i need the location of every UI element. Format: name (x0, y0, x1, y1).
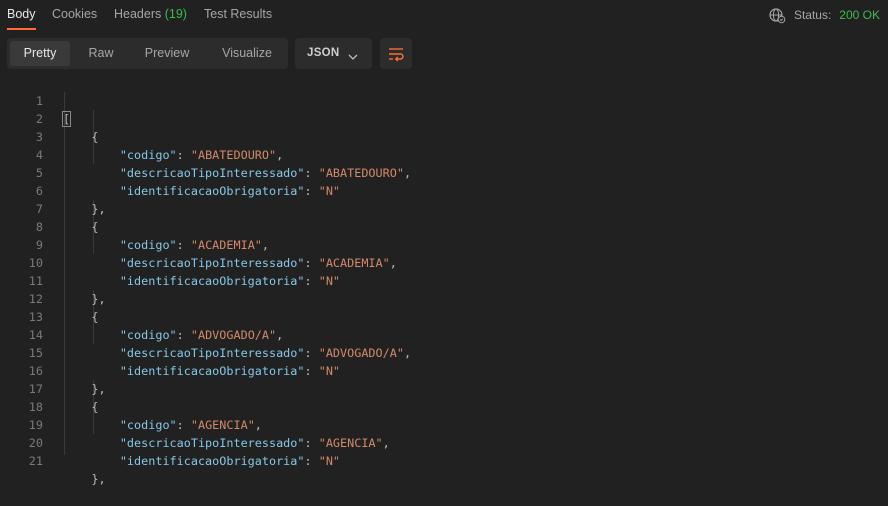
wrap-lines-button[interactable] (380, 38, 412, 69)
code-line: 10 "identificacaoObrigatoria": "N" (0, 236, 888, 288)
response-tabs: Body Cookies Headers (19) Test Results S… (0, 0, 888, 30)
code-line: 9 "descricaoTipoInteressado": "ACADEMIA"… (0, 218, 888, 270)
tab-cookies[interactable]: Cookies (52, 0, 97, 30)
code-line: 13 "codigo": "ADVOGADO/A", (0, 290, 888, 342)
view-mode-selector: Pretty Raw Preview Visualize (7, 38, 288, 69)
tab-test-results-label: Test Results (204, 7, 273, 21)
code-line: 3 "codigo": "ABATEDOURO", (0, 110, 888, 162)
tab-test-results[interactable]: Test Results (204, 0, 272, 30)
view-mode-raw[interactable]: Raw (77, 41, 125, 66)
json-key: "identificacaoObrigatoria" (119, 454, 305, 468)
code-line: 14 "descricaoTipoInteressado": "ADVOGADO… (0, 308, 888, 360)
status-value: 200 OK (839, 8, 880, 22)
code-line: 4 "descricaoTipoInteressado": "ABATEDOUR… (0, 128, 888, 180)
tab-headers-label: Headers (114, 7, 162, 21)
code-line: 6 }, (0, 164, 888, 216)
tab-body[interactable]: Body (7, 0, 36, 30)
body-toolbar: Pretty Raw Preview Visualize JSON (0, 38, 888, 70)
code-line: 7 { (0, 182, 888, 234)
code-line: 21 }, (0, 434, 888, 486)
format-select-value: JSON (307, 47, 340, 59)
code-line: 8 "codigo": "ACADEMIA", (0, 200, 888, 252)
globe-icon[interactable] (768, 6, 786, 24)
format-select[interactable]: JSON (295, 38, 372, 69)
tab-body-label: Body (7, 7, 36, 21)
object-close-brace: }, (91, 472, 106, 486)
tab-headers-count: (19) (164, 7, 187, 21)
wrap-lines-icon (389, 48, 404, 62)
code-line: 11 }, (0, 254, 888, 306)
code-line: 5 "identificacaoObrigatoria": "N" (0, 146, 888, 198)
code-line: 20 "identificacaoObrigatoria": "N" (0, 416, 888, 468)
response-body-code[interactable]: 1 [ 2 { 3 "codigo": "ABATEDOURO", 4 "des… (0, 74, 888, 486)
code-line: 2 { (0, 92, 888, 144)
response-status: Status: 200 OK (768, 0, 880, 30)
code-line: 15 "identificacaoObrigatoria": "N" (0, 326, 888, 378)
code-line: 18 "codigo": "AGENCIA", (0, 380, 888, 432)
code-line: 19 "descricaoTipoInteressado": "AGENCIA"… (0, 398, 888, 450)
json-string: "N" (318, 454, 341, 468)
code-line: 16 }, (0, 344, 888, 396)
code-line: 12 { (0, 272, 888, 324)
view-mode-pretty[interactable]: Pretty (10, 41, 70, 66)
tab-cookies-label: Cookies (52, 7, 98, 21)
view-mode-visualize[interactable]: Visualize (210, 41, 284, 66)
tab-headers[interactable]: Headers (19) (114, 0, 187, 30)
code-line: 1 [ (0, 74, 888, 127)
chevron-down-icon (348, 49, 358, 60)
view-mode-preview[interactable]: Preview (134, 41, 200, 66)
code-line: 17 { (0, 362, 888, 414)
status-label: Status: (793, 8, 832, 22)
